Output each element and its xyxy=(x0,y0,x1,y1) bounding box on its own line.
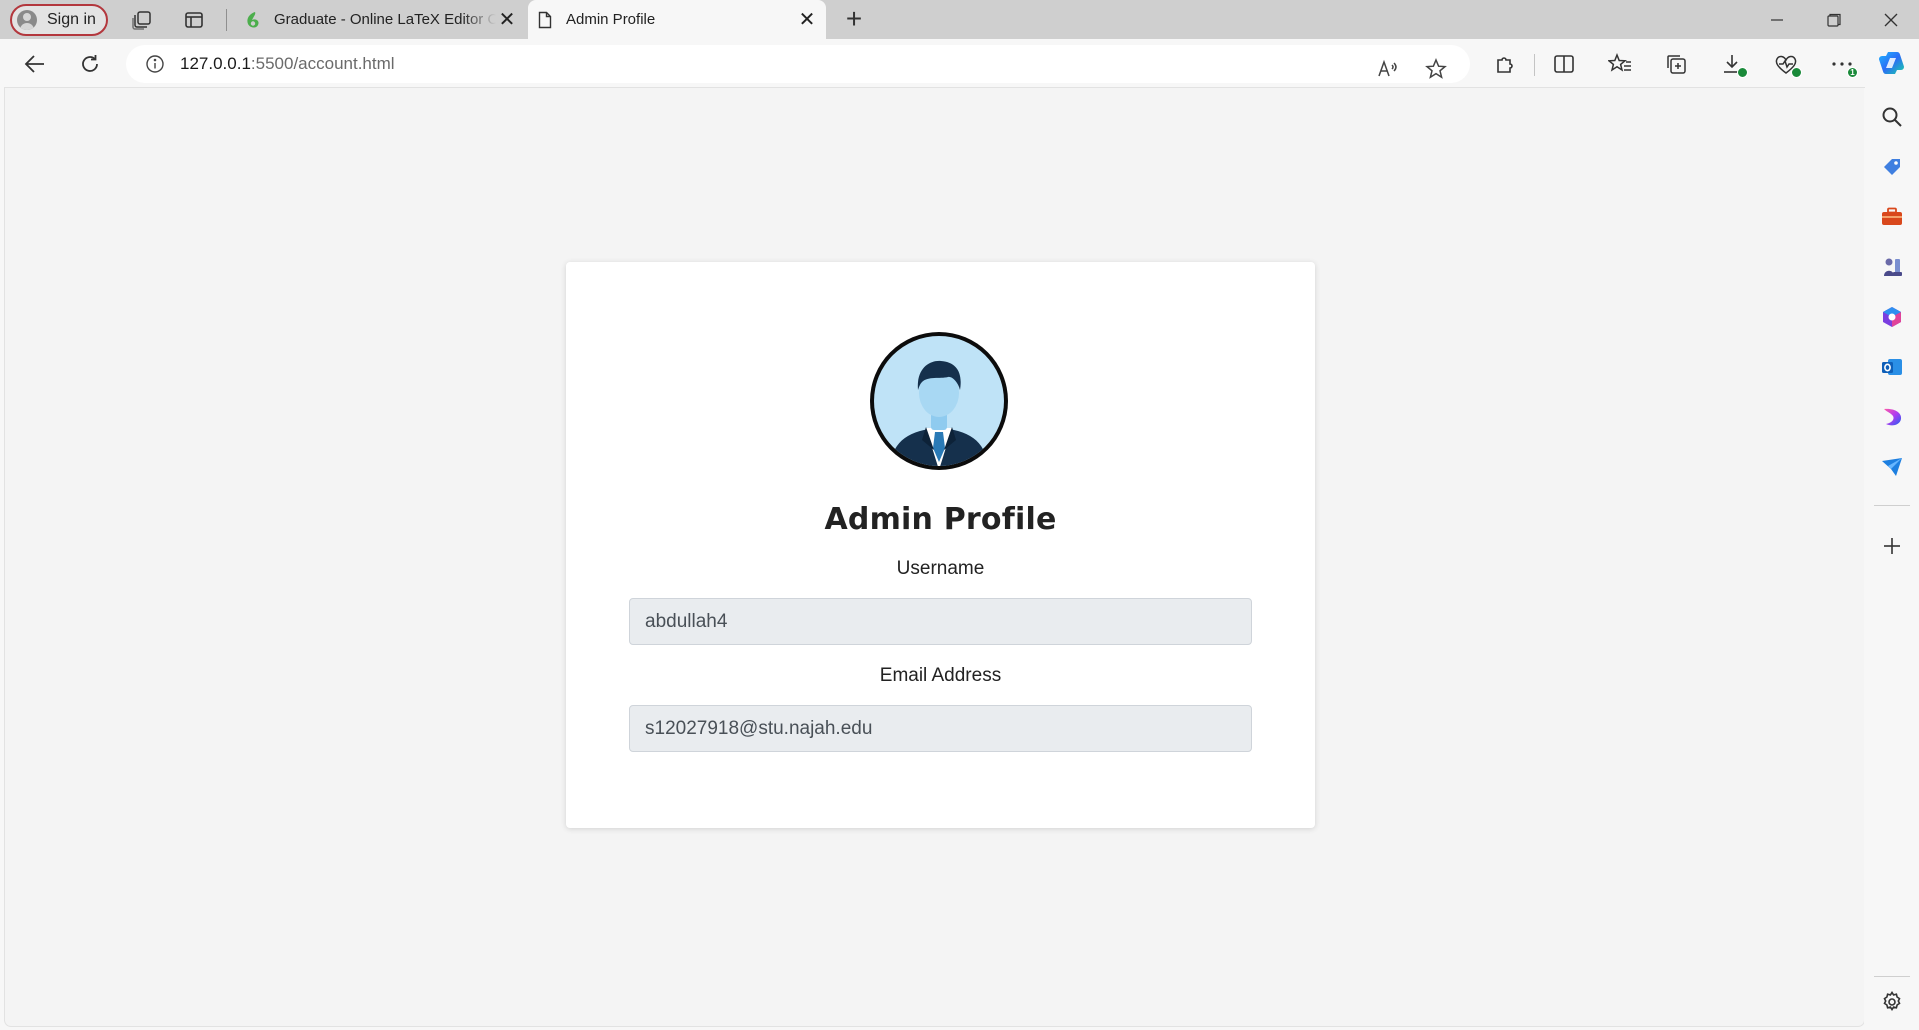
tab-admin-profile[interactable]: Admin Profile ✕ xyxy=(528,0,826,39)
username-label: Username xyxy=(896,558,985,579)
profile-card: Admin Profile Username Email Address xyxy=(566,262,1315,828)
admin-avatar xyxy=(868,330,1010,472)
search-icon[interactable] xyxy=(1878,103,1906,131)
restore-button[interactable] xyxy=(1811,5,1857,35)
address-bar[interactable]: 127.0.0.1:5500/account.html xyxy=(126,45,1470,83)
designer-icon[interactable] xyxy=(1878,403,1906,431)
profile-icon xyxy=(17,10,37,30)
tab-separator xyxy=(226,9,227,31)
back-button[interactable] xyxy=(22,51,48,77)
toolbar-separator xyxy=(1534,54,1535,76)
tools-briefcase-icon[interactable] xyxy=(1878,203,1906,231)
favorites-icon[interactable] xyxy=(1606,50,1634,78)
email-label: Email Address xyxy=(879,665,1002,686)
page-icon xyxy=(536,11,554,29)
favorite-star-icon[interactable] xyxy=(1422,55,1450,83)
collections-icon[interactable] xyxy=(1662,50,1690,78)
page-title: Admin Profile xyxy=(824,502,1057,537)
username-field[interactable] xyxy=(629,598,1252,645)
overleaf-icon xyxy=(244,11,262,29)
email-field[interactable] xyxy=(629,705,1252,752)
downloads-icon[interactable] xyxy=(1718,50,1748,78)
shopping-tag-icon[interactable] xyxy=(1878,153,1906,181)
send-icon[interactable] xyxy=(1878,453,1906,481)
games-icon[interactable] xyxy=(1878,253,1906,281)
outlook-icon[interactable] xyxy=(1878,353,1906,381)
essentials-badge xyxy=(1791,67,1802,78)
microsoft-365-icon[interactable] xyxy=(1878,303,1906,331)
browser-toolbar: 127.0.0.1:5500/account.html 1 xyxy=(0,39,1919,88)
read-aloud-icon[interactable] xyxy=(1374,55,1402,83)
refresh-button[interactable] xyxy=(77,51,103,77)
browser-essentials-icon[interactable] xyxy=(1772,50,1802,78)
sidebar-settings-gear-icon[interactable] xyxy=(1878,988,1906,1016)
sign-in-button[interactable]: Sign in xyxy=(10,4,108,36)
sidebar-separator xyxy=(1874,505,1910,506)
more-options-badge: 1 xyxy=(1847,67,1858,78)
tab-title: Graduate - Online LaTeX Editor Overleaf xyxy=(274,11,496,28)
copilot-icon[interactable] xyxy=(1879,49,1907,77)
tab-overleaf[interactable]: Graduate - Online LaTeX Editor Overleaf … xyxy=(236,0,526,39)
edge-sidebar xyxy=(1864,88,1919,1030)
tab-title: Admin Profile xyxy=(566,11,656,28)
new-tab-button[interactable]: + xyxy=(841,5,867,33)
extensions-icon[interactable] xyxy=(1491,50,1519,78)
url-text: 127.0.0.1:5500/account.html xyxy=(180,54,395,73)
tab-strip: Sign in Graduate - Online LaTeX Editor O… xyxy=(0,0,1919,39)
tab-actions-icon[interactable] xyxy=(182,8,206,32)
workspaces-icon[interactable] xyxy=(130,8,154,32)
minimize-button[interactable] xyxy=(1754,5,1800,35)
sign-in-label: Sign in xyxy=(47,11,96,28)
close-tab-icon[interactable]: ✕ xyxy=(496,9,518,31)
downloads-badge xyxy=(1737,67,1748,78)
sidebar-separator xyxy=(1874,976,1910,977)
split-screen-icon[interactable] xyxy=(1550,50,1578,78)
site-info-icon[interactable] xyxy=(144,53,166,75)
close-window-button[interactable] xyxy=(1868,5,1914,35)
add-sidebar-app-icon[interactable] xyxy=(1878,532,1906,560)
close-tab-icon[interactable]: ✕ xyxy=(796,9,818,31)
more-options-icon[interactable]: 1 xyxy=(1828,50,1858,78)
page-viewport: Admin Profile Username Email Address xyxy=(5,88,1864,1026)
